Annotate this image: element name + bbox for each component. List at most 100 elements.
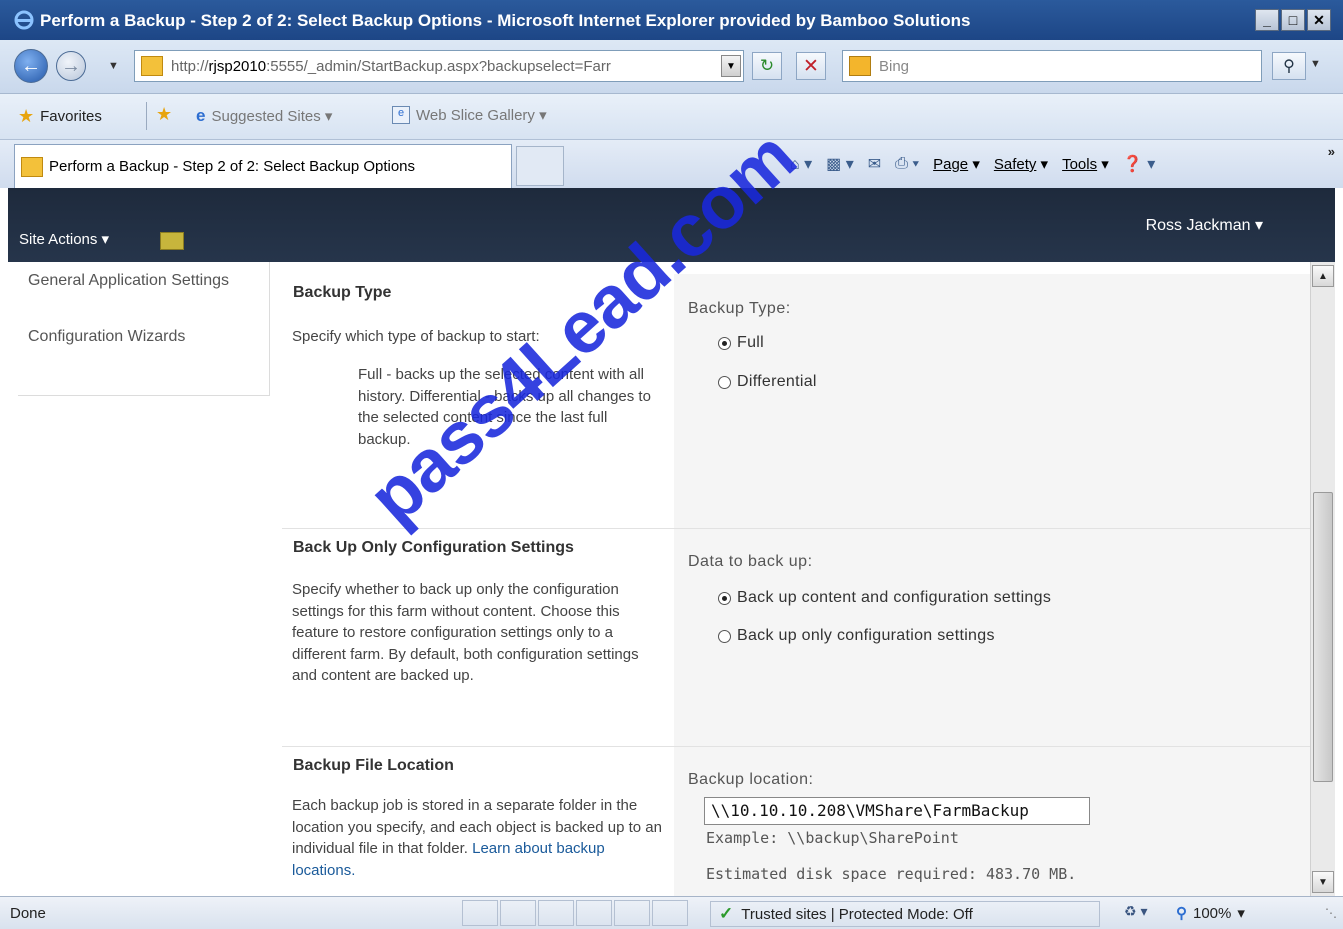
ie-icon: e bbox=[196, 106, 206, 125]
left-navigation: General Application Settings Configurati… bbox=[18, 262, 270, 396]
section-controls: Backup Type: Full Differential bbox=[674, 274, 1310, 528]
status-pane bbox=[652, 900, 688, 926]
section-title: Backup Type bbox=[293, 284, 392, 301]
section-text: Specify whether to back up only the conf… bbox=[292, 581, 639, 684]
stop-button[interactable]: ✕ bbox=[796, 52, 826, 80]
backup-location-example: Example: \\backup\SharePoint bbox=[706, 829, 959, 847]
ie-logo-icon bbox=[14, 10, 34, 30]
security-zone-label: Trusted sites | Protected Mode: Off bbox=[741, 905, 973, 923]
page-menu[interactable]: Page ▾ bbox=[933, 155, 980, 173]
status-pane bbox=[500, 900, 536, 926]
zoom-dropdown-icon: ▾ bbox=[1237, 905, 1245, 922]
window-title: Perform a Backup - Step 2 of 2: Select B… bbox=[40, 11, 971, 30]
close-button[interactable]: ✕ bbox=[1307, 9, 1331, 31]
scroll-down-button[interactable]: ▼ bbox=[1312, 871, 1334, 893]
radio-label: Differential bbox=[737, 373, 817, 390]
section-intro: Specify which type of backup to start: bbox=[292, 328, 540, 345]
site-actions-menu[interactable]: Site Actions ▾ bbox=[19, 230, 109, 248]
url-path: :5555/_admin/StartBackup.aspx?backupsele… bbox=[266, 57, 611, 75]
help-icon[interactable]: ❓ ▾ bbox=[1123, 154, 1155, 174]
suggested-sites-label: Suggested Sites ▾ bbox=[211, 108, 333, 125]
favorites-star-icon: ★ bbox=[18, 106, 35, 126]
radio-label: Back up only configuration settings bbox=[737, 627, 995, 644]
search-placeholder: Bing bbox=[879, 57, 910, 75]
command-bar: ⌂ ▾ ▩ ▾ ✉ ⎙ ▾ Page ▾ Safety ▾ Tools ▾ ❓ … bbox=[790, 154, 1155, 174]
section-description: Back Up Only Configuration Settings Spec… bbox=[282, 529, 674, 747]
section-description: Backup File Location Each backup job is … bbox=[282, 747, 674, 896]
status-pane bbox=[614, 900, 650, 926]
search-input[interactable]: Bing bbox=[842, 50, 1262, 82]
trusted-check-icon: ✓ bbox=[719, 904, 734, 923]
vertical-scrollbar[interactable]: ▲ ▼ bbox=[1310, 262, 1335, 896]
nav-general-application-settings[interactable]: General Application Settings bbox=[28, 270, 258, 291]
tab-favicon-icon bbox=[21, 156, 43, 177]
radio-config-only[interactable]: Back up only configuration settings bbox=[718, 627, 995, 645]
status-panes bbox=[462, 900, 688, 926]
safety-menu[interactable]: Safety ▾ bbox=[994, 155, 1048, 173]
radio-differential[interactable]: Differential bbox=[718, 373, 817, 391]
status-pane bbox=[576, 900, 612, 926]
web-slice-icon: e bbox=[392, 106, 410, 124]
back-arrow-icon: ← bbox=[21, 54, 41, 77]
sharepoint-header: Site Actions ▾ Ross Jackman ▾ bbox=[8, 188, 1335, 262]
radio-button-selected[interactable] bbox=[718, 591, 731, 605]
data-to-back-up-label: Data to back up: bbox=[688, 553, 813, 570]
navigate-up-icon[interactable] bbox=[160, 232, 184, 250]
back-button[interactable]: ← bbox=[14, 49, 48, 83]
suggested-sites-button[interactable]: e Suggested Sites ▾ bbox=[196, 106, 332, 126]
radio-button[interactable] bbox=[718, 375, 731, 389]
security-zone[interactable]: ✓ Trusted sites | Protected Mode: Off bbox=[710, 901, 1100, 927]
search-button[interactable]: ⚲ bbox=[1272, 52, 1306, 80]
tab-bar: Perform a Backup - Step 2 of 2: Select B… bbox=[0, 140, 1343, 188]
new-tab-button[interactable] bbox=[516, 146, 564, 186]
stop-icon: ✕ bbox=[803, 55, 819, 77]
more-commands-chevron-icon[interactable]: » bbox=[1328, 144, 1335, 159]
section-text: Each backup job is stored in a separate … bbox=[292, 795, 662, 881]
radio-button-selected[interactable] bbox=[718, 336, 731, 350]
zoom-level: 100% bbox=[1193, 904, 1232, 922]
backup-type-section: Backup Type Specify which type of backup… bbox=[282, 274, 1310, 528]
url-host: rjsp2010 bbox=[208, 57, 267, 75]
scroll-thumb[interactable] bbox=[1313, 492, 1333, 782]
protected-mode-icon[interactable]: ♻ ▾ bbox=[1124, 903, 1147, 920]
radio-content-and-config[interactable]: Back up content and configuration settin… bbox=[718, 589, 1051, 607]
recent-pages-dropdown[interactable]: ▼ bbox=[108, 60, 119, 72]
nav-configuration-wizards[interactable]: Configuration Wizards bbox=[28, 326, 258, 347]
address-dropdown-button[interactable]: ▼ bbox=[721, 55, 741, 77]
minimize-button[interactable]: _ bbox=[1255, 9, 1279, 31]
backup-location-input[interactable]: \\10.10.10.208\VMShare\FarmBackup bbox=[704, 797, 1090, 825]
add-to-favorites-icon[interactable]: ★ bbox=[156, 104, 172, 125]
refresh-icon: ↻ bbox=[759, 56, 775, 75]
refresh-button[interactable]: ↻ bbox=[752, 52, 782, 80]
zoom-control[interactable]: ⚲ 100% ▾ bbox=[1176, 904, 1245, 923]
user-menu[interactable]: Ross Jackman ▾ bbox=[1146, 215, 1263, 235]
scroll-up-button[interactable]: ▲ bbox=[1312, 265, 1334, 287]
tab-title: Perform a Backup - Step 2 of 2: Select B… bbox=[49, 158, 416, 175]
mail-icon[interactable]: ✉ bbox=[868, 154, 881, 174]
radio-full[interactable]: Full bbox=[718, 334, 764, 352]
feeds-icon[interactable]: ▩ ▾ bbox=[826, 154, 854, 174]
section-description: Backup Type Specify which type of backup… bbox=[282, 274, 674, 528]
tools-menu[interactable]: Tools ▾ bbox=[1062, 155, 1109, 173]
bing-icon bbox=[849, 56, 871, 76]
address-bar[interactable]: http://rjsp2010:5555/_admin/StartBackup.… bbox=[134, 50, 744, 82]
print-icon[interactable]: ⎙ ▾ bbox=[895, 155, 919, 173]
search-options-dropdown[interactable]: ▼ bbox=[1310, 58, 1321, 70]
title-bar: Perform a Backup - Step 2 of 2: Select B… bbox=[0, 0, 1343, 40]
window-controls: _ □ ✕ bbox=[1255, 9, 1331, 31]
forward-button[interactable]: → bbox=[56, 51, 86, 81]
maximize-button[interactable]: □ bbox=[1281, 9, 1305, 31]
section-title: Backup File Location bbox=[293, 757, 454, 774]
radio-label: Back up content and configuration settin… bbox=[737, 589, 1052, 606]
web-slice-gallery-button[interactable]: e Web Slice Gallery ▾ bbox=[392, 106, 547, 124]
home-icon[interactable]: ⌂ ▾ bbox=[790, 154, 812, 174]
tab-current[interactable]: Perform a Backup - Step 2 of 2: Select B… bbox=[14, 144, 512, 188]
url-prefix: http:// bbox=[171, 57, 209, 75]
web-slice-label: Web Slice Gallery ▾ bbox=[416, 107, 547, 124]
estimated-disk-space: Estimated disk space required: 483.70 MB… bbox=[706, 865, 1077, 883]
radio-button[interactable] bbox=[718, 629, 731, 643]
section-title: Back Up Only Configuration Settings bbox=[293, 539, 574, 556]
resize-grip-icon[interactable]: ⋱ bbox=[1325, 906, 1337, 920]
favorites-button[interactable]: ★ Favorites bbox=[18, 106, 102, 127]
site-actions-label: Site Actions ▾ bbox=[19, 231, 110, 248]
